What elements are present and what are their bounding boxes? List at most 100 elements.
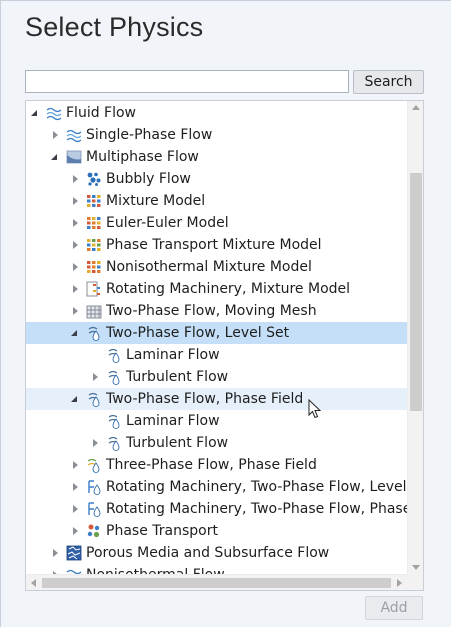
collapse-arrow-icon[interactable] (70, 394, 80, 404)
laminar-flow-icon (108, 414, 120, 429)
multiphase-flow-icon (66, 150, 82, 164)
tree-item[interactable]: Rotating Machinery, Two-Phase Flow, Leve… (26, 476, 407, 498)
tree-item[interactable]: Phase Transport (26, 520, 407, 542)
bubbly-flow-icon (87, 172, 101, 186)
tree-item[interactable]: Bubbly Flow (26, 168, 407, 190)
expand-arrow-icon[interactable] (90, 372, 100, 382)
tree-item-label: Euler-Euler Model (106, 215, 229, 231)
tree-item-label: Rotating Machinery, Mixture Model (106, 281, 351, 297)
tree-item-label: Single-Phase Flow (86, 127, 213, 143)
phase-transport-mixture-icon (87, 239, 101, 251)
three-phase-flow-icon (87, 458, 100, 473)
tree-item[interactable]: Two-Phase Flow, Phase Field (26, 388, 407, 410)
scroll-up-icon[interactable] (412, 105, 420, 110)
tree-item[interactable]: Nonisothermal Mixture Model (26, 256, 407, 278)
tree-item-label: Two-Phase Flow, Level Set (106, 325, 290, 341)
tree-item[interactable]: Multiphase Flow (26, 146, 407, 168)
scroll-right-icon[interactable] (397, 579, 402, 587)
level-set-icon (88, 326, 100, 341)
tree-item[interactable]: Nonisothermal Flow (26, 564, 407, 574)
add-button[interactable]: Add (365, 596, 423, 620)
nonisothermal-flow-icon (66, 569, 82, 574)
expand-arrow-icon[interactable] (70, 306, 80, 316)
tree-item[interactable]: Turbulent Flow (26, 366, 407, 388)
tree-item-label: Multiphase Flow (86, 149, 199, 165)
turbulent-flow-icon (108, 436, 120, 451)
laminar-flow-icon (108, 348, 120, 363)
tree-item[interactable]: Turbulent Flow (26, 432, 407, 454)
tree-item-label: Rotating Machinery, Two-Phase Flow, Leve… (106, 479, 407, 495)
tree-item[interactable]: Rotating Machinery, Two-Phase Flow, Phas… (26, 498, 407, 520)
tree-item[interactable]: Two-Phase Flow, Level Set (26, 322, 407, 344)
tree-item-label: Laminar Flow (126, 413, 220, 429)
tree-item-label: Bubbly Flow (106, 171, 191, 187)
scroll-corner (407, 574, 423, 590)
scroll-left-icon[interactable] (31, 579, 36, 587)
vertical-scrollbar[interactable] (407, 101, 423, 574)
tree-item[interactable]: Laminar Flow (26, 344, 407, 366)
moving-mesh-icon (86, 305, 102, 319)
page-title: Select Physics (25, 12, 204, 42)
tree-item[interactable]: Euler-Euler Model (26, 212, 407, 234)
rotating-machinery-level-set-icon (88, 480, 101, 495)
expand-arrow-icon[interactable] (50, 130, 60, 140)
collapse-arrow-icon[interactable] (30, 108, 40, 118)
expand-arrow-icon[interactable] (90, 438, 100, 448)
expand-arrow-icon[interactable] (70, 504, 80, 514)
expand-arrow-icon[interactable] (70, 174, 80, 184)
expand-arrow-icon[interactable] (70, 482, 80, 492)
tree-item-label: Nonisothermal Flow (86, 567, 225, 574)
physics-tree[interactable]: Fluid Flow Single-Phase Flow Multiphase … (25, 100, 424, 591)
expand-arrow-icon[interactable] (50, 548, 60, 558)
tree-item-label: Porous Media and Subsurface Flow (86, 545, 330, 561)
collapse-arrow-icon[interactable] (70, 328, 80, 338)
search-input[interactable] (25, 70, 349, 93)
turbulent-flow-icon (108, 370, 120, 385)
tree-item[interactable]: Two-Phase Flow, Moving Mesh (26, 300, 407, 322)
tree-item[interactable]: Rotating Machinery, Mixture Model (26, 278, 407, 300)
tree-item-label: Three-Phase Flow, Phase Field (106, 457, 317, 473)
tree-item-label: Phase Transport (106, 523, 218, 539)
search-button[interactable]: Search (353, 70, 424, 94)
tree-item-label: Nonisothermal Mixture Model (106, 259, 312, 275)
tree-item[interactable]: Phase Transport Mixture Model (26, 234, 407, 256)
expand-arrow-icon[interactable] (70, 196, 80, 206)
tree-item-label: Two-Phase Flow, Phase Field (106, 391, 304, 407)
nonisothermal-mixture-icon (87, 261, 101, 273)
tree-item[interactable]: Single-Phase Flow (26, 124, 407, 146)
phase-transport-icon (87, 524, 100, 538)
vertical-scroll-thumb[interactable] (410, 173, 422, 411)
porous-media-icon (66, 545, 82, 561)
expand-arrow-icon[interactable] (70, 218, 80, 228)
expand-arrow-icon[interactable] (70, 460, 80, 470)
scroll-down-icon[interactable] (412, 565, 420, 570)
tree-item[interactable]: Mixture Model (26, 190, 407, 212)
rotating-machinery-phase-field-icon (88, 502, 101, 517)
horizontal-scrollbar[interactable] (26, 574, 407, 590)
tree-rows: Fluid Flow Single-Phase Flow Multiphase … (26, 102, 407, 574)
tree-item[interactable]: Three-Phase Flow, Phase Field (26, 454, 407, 476)
single-phase-flow-icon (66, 129, 82, 143)
tree-item[interactable]: Fluid Flow (26, 102, 407, 124)
expand-arrow-icon[interactable] (70, 240, 80, 250)
tree-item-label: Fluid Flow (66, 105, 136, 121)
mouse-pointer-icon (308, 399, 322, 419)
mixture-model-icon (87, 195, 101, 207)
tree-item-label: Two-Phase Flow, Moving Mesh (106, 303, 317, 319)
tree-item-label: Turbulent Flow (126, 369, 229, 385)
rotating-machinery-mixture-icon (86, 281, 100, 297)
collapse-arrow-icon[interactable] (50, 152, 60, 162)
tree-item-label: Laminar Flow (126, 347, 220, 363)
fluid-flow-icon (46, 107, 62, 121)
phase-field-icon (88, 392, 100, 407)
expand-arrow-icon[interactable] (70, 262, 80, 272)
tree-item[interactable]: Laminar Flow (26, 410, 407, 432)
tree-item[interactable]: Porous Media and Subsurface Flow (26, 542, 407, 564)
expand-arrow-icon[interactable] (70, 526, 80, 536)
expand-arrow-icon[interactable] (70, 284, 80, 294)
tree-item-label: Turbulent Flow (126, 435, 229, 451)
euler-euler-model-icon (87, 217, 101, 229)
horizontal-scroll-thumb[interactable] (42, 578, 391, 588)
